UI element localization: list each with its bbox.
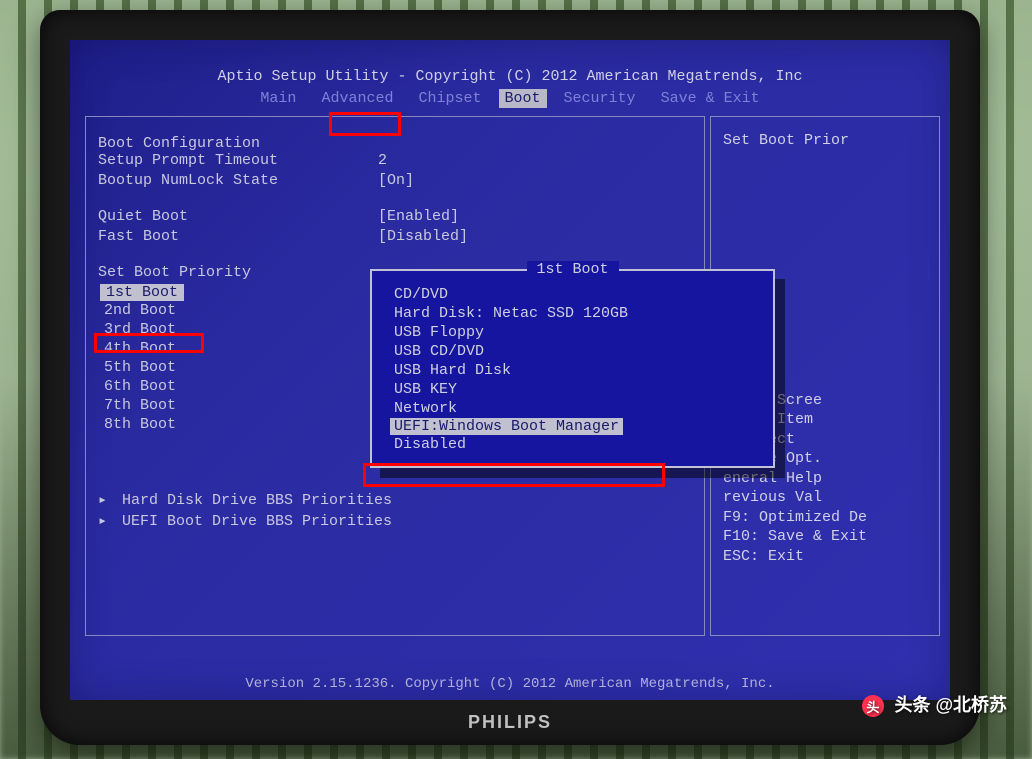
help-key-7: F10: Save & Exit (723, 527, 927, 547)
watermark: 头条 @北桥苏 (862, 691, 1007, 717)
fast-boot-label: Fast Boot (98, 228, 378, 245)
popup-content: CD/DVD Hard Disk: Netac SSD 120GB USB Fl… (372, 271, 773, 466)
menu-main[interactable]: Main (252, 90, 304, 107)
boot-config-header: Boot Configuration (98, 135, 378, 152)
monitor-frame: Aptio Setup Utility - Copyright (C) 2012… (40, 10, 980, 745)
popup-title: 1st Boot (526, 261, 618, 278)
triangle-icon: ▸ (98, 490, 113, 509)
quiet-boot-label: Quiet Boot (98, 208, 378, 225)
help-key-5: revious Val (723, 488, 927, 508)
spacer (98, 192, 692, 208)
popup-option-uefi[interactable]: UEFI:Windows Boot Manager (390, 418, 755, 435)
setup-prompt-value: 2 (378, 152, 387, 169)
watermark-text: 头条 @北桥苏 (894, 695, 1007, 715)
bios-top-menu: Main Advanced Chipset Boot Security Save… (70, 89, 950, 108)
setup-prompt-row[interactable]: Setup Prompt Timeout 2 (98, 152, 692, 169)
menu-save-exit[interactable]: Save & Exit (653, 90, 768, 107)
bios-header-text: Aptio Setup Utility - Copyright (C) 2012… (70, 40, 950, 85)
help-title: Set Boot Prior (723, 131, 927, 151)
popup-option-usbfloppy[interactable]: USB Floppy (390, 323, 755, 342)
bios-footer: Version 2.15.1236. Copyright (C) 2012 Am… (70, 676, 950, 692)
popup-option-network[interactable]: Network (390, 399, 755, 418)
menu-boot[interactable]: Boot (499, 89, 547, 108)
bios-screen: Aptio Setup Utility - Copyright (C) 2012… (70, 40, 950, 700)
fast-boot-row[interactable]: Fast Boot [Disabled] (98, 228, 692, 245)
popup-option-disabled[interactable]: Disabled (390, 435, 755, 454)
popup-option-harddisk[interactable]: Hard Disk: Netac SSD 120GB (390, 304, 755, 323)
monitor-brand-label: PHILIPS (468, 712, 552, 733)
main-content-area: Boot Configuration Setup Prompt Timeout … (85, 116, 950, 646)
help-key-8: ESC: Exit (723, 547, 927, 567)
numlock-label: Bootup NumLock State (98, 172, 378, 189)
menu-chipset[interactable]: Chipset (410, 90, 489, 107)
menu-advanced[interactable]: Advanced (313, 90, 401, 107)
quiet-boot-row[interactable]: Quiet Boot [Enabled] (98, 208, 692, 225)
popup-option-usbkey[interactable]: USB KEY (390, 380, 755, 399)
quiet-boot-value: [Enabled] (378, 208, 459, 225)
hdd-bbs-submenu[interactable]: ▸ Hard Disk Drive BBS Priorities (98, 490, 692, 509)
numlock-value: [On] (378, 172, 414, 189)
popup-option-usbhd[interactable]: USB Hard Disk (390, 361, 755, 380)
watermark-icon (862, 695, 884, 717)
triangle-icon: ▸ (98, 511, 113, 530)
popup-option-cddvd[interactable]: CD/DVD (390, 285, 755, 304)
uefi-bbs-submenu[interactable]: ▸ UEFI Boot Drive BBS Priorities (98, 511, 692, 530)
numlock-row[interactable]: Bootup NumLock State [On] (98, 172, 692, 189)
menu-security[interactable]: Security (556, 90, 644, 107)
boot-selection-popup: 1st Boot CD/DVD Hard Disk: Netac SSD 120… (370, 269, 775, 468)
setup-prompt-label: Setup Prompt Timeout (98, 152, 378, 169)
help-key-6: F9: Optimized De (723, 508, 927, 528)
popup-option-usbcddvd[interactable]: USB CD/DVD (390, 342, 755, 361)
fast-boot-value: [Disabled] (378, 228, 468, 245)
help-key-4: eneral Help (723, 469, 927, 489)
